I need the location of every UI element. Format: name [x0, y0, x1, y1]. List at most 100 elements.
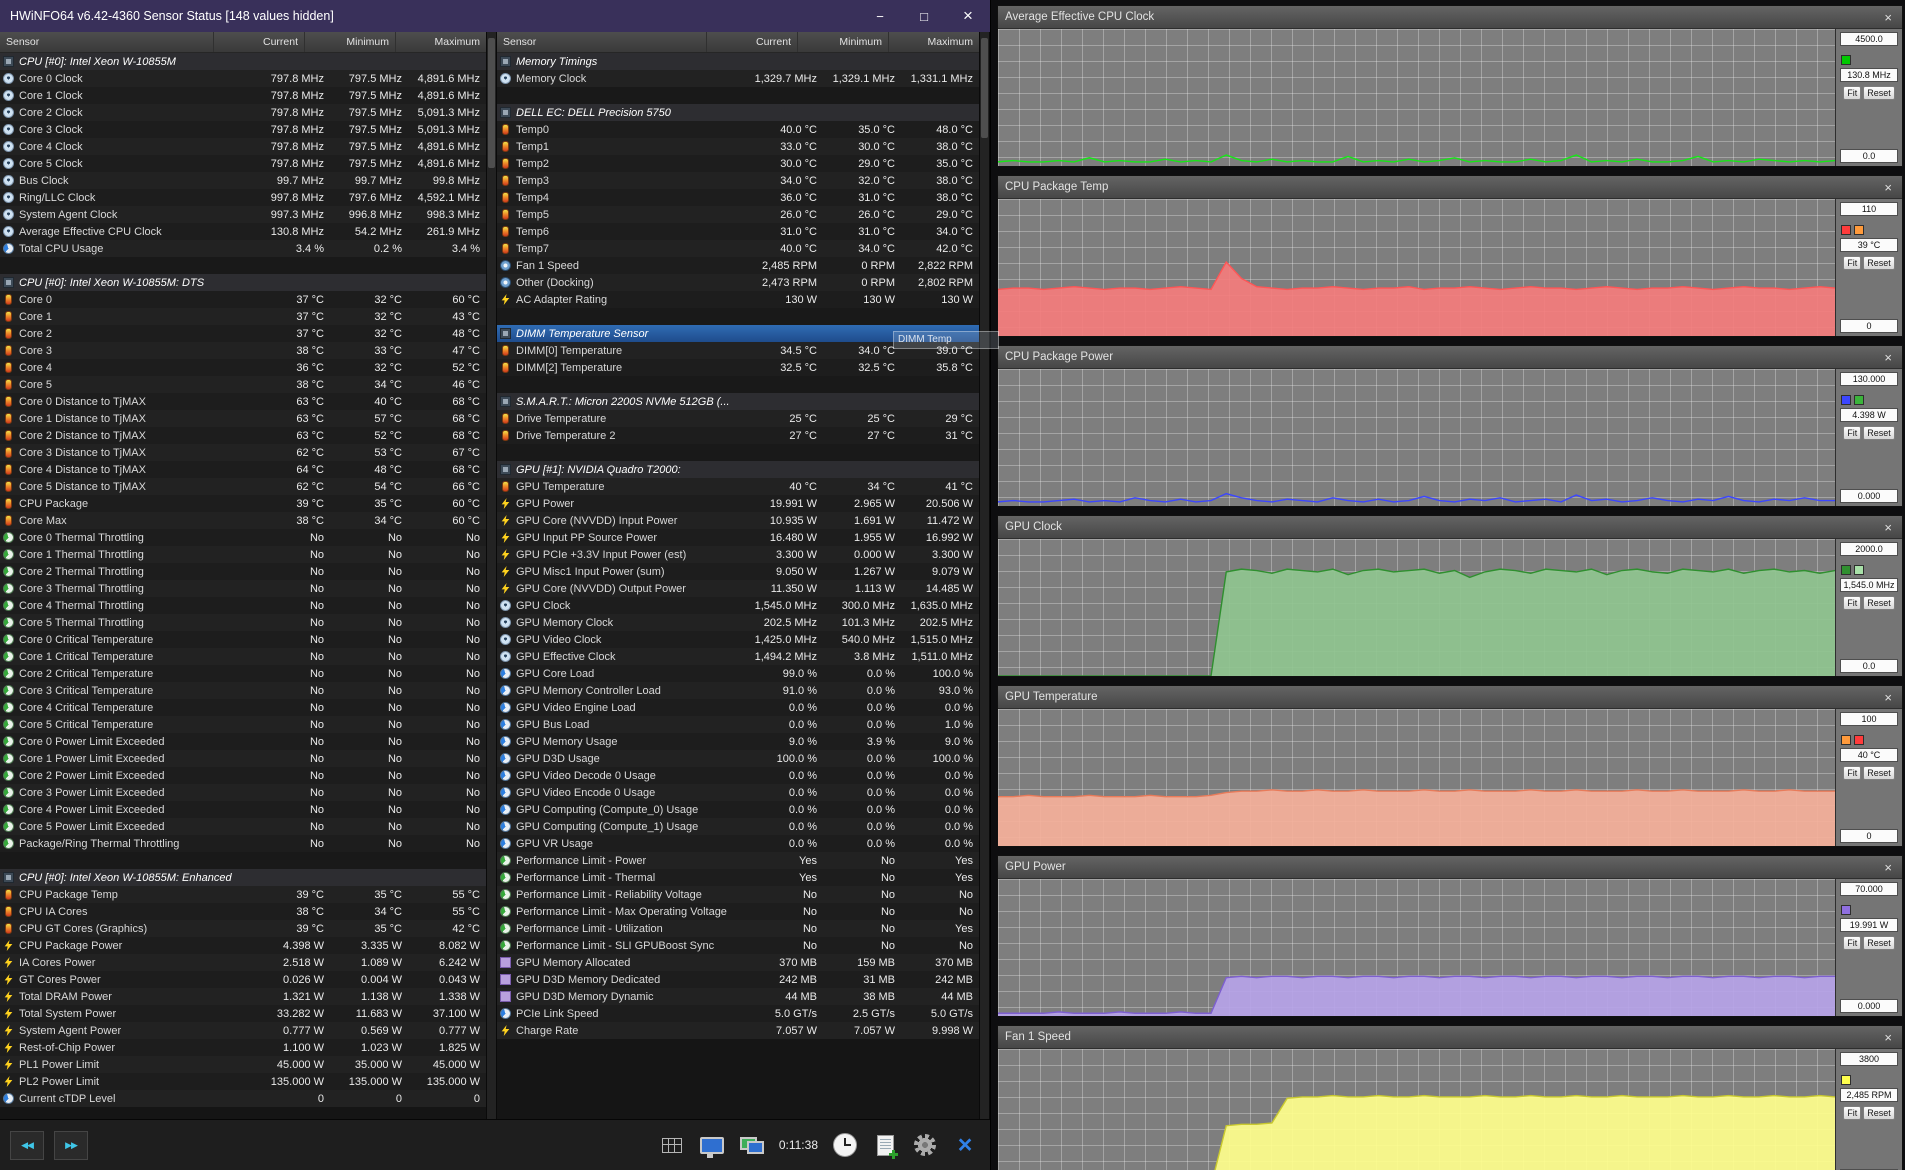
- left-scrollbar-thumb[interactable]: [488, 38, 495, 168]
- sensor-row[interactable]: Fan 1 Speed 2,485 RPM 0 RPM 2,822 RPM: [497, 257, 979, 274]
- col-maximum[interactable]: Maximum: [395, 32, 486, 52]
- sensor-row[interactable]: GPU Core (NVVDD) Input Power 10.935 W 1.69…: [497, 512, 979, 529]
- sensor-row[interactable]: Core 1 Power Limit Exceeded No No No: [0, 750, 486, 767]
- graph-close-icon[interactable]: ×: [1881, 860, 1895, 875]
- sensor-row[interactable]: GPU Core (NVVDD) Output Power 11.350 W 1.1…: [497, 580, 979, 597]
- sensor-row[interactable]: GPU Memory Usage 9.0 % 3.9 % 9.0 %: [497, 733, 979, 750]
- col-maximum[interactable]: Maximum: [888, 32, 979, 52]
- sensor-row[interactable]: GPU VR Usage 0.0 % 0.0 % 0.0 %: [497, 835, 979, 852]
- legend-color-chip[interactable]: [1854, 565, 1864, 575]
- graph-close-icon[interactable]: ×: [1881, 1030, 1895, 1045]
- sensor-row[interactable]: Performance Limit - Max Operating Voltag…: [497, 903, 979, 920]
- sensor-row[interactable]: GPU Computing (Compute_0) Usage 0.0 % 0.0 …: [497, 801, 979, 818]
- sensor-row[interactable]: Core 4 Clock 797.8 MHz 797.5 MHz 4,891.6 MH…: [0, 138, 486, 155]
- sensor-row[interactable]: Performance Limit - Power Yes No Yes: [497, 852, 979, 869]
- sensor-row[interactable]: GPU Memory Clock 202.5 MHz 101.3 MHz 202.5 …: [497, 614, 979, 631]
- sensor-row[interactable]: Other (Docking) 2,473 RPM 0 RPM 2,802 RPM: [497, 274, 979, 291]
- sensor-row[interactable]: Core 3 Distance to TjMAX 62 °C 53 °C 67 °C: [0, 444, 486, 461]
- graph-plot[interactable]: [998, 539, 1836, 676]
- sensor-row[interactable]: Temp3 34.0 °C 32.0 °C 38.0 °C: [497, 172, 979, 189]
- sensor-row[interactable]: Core 2 Thermal Throttling No No No: [0, 563, 486, 580]
- left-scrollbar[interactable]: [486, 32, 497, 1119]
- sensor-group-row[interactable]: CPU [#0]: Intel Xeon W-10855M: DTS: [0, 274, 486, 291]
- sensor-row[interactable]: CPU Package Power 4.398 W 3.335 W 8.082 W: [0, 937, 486, 954]
- sensor-row[interactable]: Core 0 Thermal Throttling No No No: [0, 529, 486, 546]
- sensor-row[interactable]: Total DRAM Power 1.321 W 1.138 W 1.338 W: [0, 988, 486, 1005]
- sensor-row[interactable]: Core 1 Critical Temperature No No No: [0, 648, 486, 665]
- sensor-row[interactable]: Core 4 36 °C 32 °C 52 °C: [0, 359, 486, 376]
- sensor-row[interactable]: Performance Limit - Reliability Voltage N…: [497, 886, 979, 903]
- sensor-row[interactable]: GPU Video Encode 0 Usage 0.0 % 0.0 % 0.0 %: [497, 784, 979, 801]
- sensor-row[interactable]: Core 0 Clock 797.8 MHz 797.5 MHz 4,891.6 MH…: [0, 70, 486, 87]
- legend-color-chip[interactable]: [1841, 55, 1851, 65]
- fit-button[interactable]: Fit: [1843, 596, 1862, 610]
- graph-plot[interactable]: [998, 199, 1836, 336]
- legend-color-chip[interactable]: [1841, 735, 1851, 745]
- sensor-row[interactable]: Memory Clock 1,329.7 MHz 1,329.1 MHz 1,331.…: [497, 70, 979, 87]
- sensor-row[interactable]: GPU D3D Memory Dynamic 44 MB 38 MB 44 MB: [497, 988, 979, 1005]
- sensor-row[interactable]: Core Max 38 °C 34 °C 60 °C: [0, 512, 486, 529]
- graph-close-icon[interactable]: ×: [1881, 180, 1895, 195]
- fit-button[interactable]: Fit: [1843, 86, 1862, 100]
- sensor-row[interactable]: Core 0 Distance to TjMAX 63 °C 40 °C 68 °C: [0, 393, 486, 410]
- sensor-row[interactable]: Package/Ring Thermal Throttling No No No: [0, 835, 486, 852]
- graph-plot[interactable]: [998, 29, 1836, 166]
- fit-button[interactable]: Fit: [1843, 256, 1862, 270]
- legend-color-chip[interactable]: [1841, 395, 1851, 405]
- sensor-row[interactable]: CPU GT Cores (Graphics) 39 °C 35 °C 42 °C: [0, 920, 486, 937]
- graph-close-icon[interactable]: ×: [1881, 350, 1895, 365]
- settings-button[interactable]: [910, 1130, 940, 1160]
- graph-titlebar[interactable]: CPU Package Temp ×: [998, 176, 1902, 199]
- col-sensor[interactable]: Sensor: [0, 32, 213, 52]
- sensor-row[interactable]: GPU PCIe +3.3V Input Power (est) 3.300 W 0…: [497, 546, 979, 563]
- sensor-row[interactable]: Current cTDP Level 0 0 0: [0, 1090, 486, 1107]
- graph-plot[interactable]: [998, 1049, 1836, 1170]
- sensor-row[interactable]: PL1 Power Limit 45.000 W 35.000 W 45.000 W: [0, 1056, 486, 1073]
- sensor-row[interactable]: Temp0 40.0 °C 35.0 °C 48.0 °C: [497, 121, 979, 138]
- sensor-row[interactable]: GPU D3D Memory Dedicated 242 MB 31 MB 242 M…: [497, 971, 979, 988]
- legend-color-chip[interactable]: [1854, 735, 1864, 745]
- sensor-row[interactable]: GPU Misc1 Input Power (sum) 9.050 W 1.267 …: [497, 563, 979, 580]
- sensor-row[interactable]: GPU Memory Allocated 370 MB 159 MB 370 MB: [497, 954, 979, 971]
- col-current[interactable]: Current: [706, 32, 797, 52]
- sensor-row[interactable]: GPU Clock 1,545.0 MHz 300.0 MHz 1,635.0 MHz: [497, 597, 979, 614]
- graph-titlebar[interactable]: Fan 1 Speed ×: [998, 1026, 1902, 1049]
- sensor-group-row[interactable]: CPU [#0]: Intel Xeon W-10855M: Enhanced: [0, 869, 486, 886]
- sensor-row[interactable]: GPU Bus Load 0.0 % 0.0 % 1.0 %: [497, 716, 979, 733]
- graph-plot[interactable]: [998, 709, 1836, 846]
- right-scrollbar-thumb[interactable]: [981, 38, 988, 138]
- sensor-row[interactable]: Core 4 Thermal Throttling No No No: [0, 597, 486, 614]
- sensor-row[interactable]: CPU Package Temp 39 °C 35 °C 55 °C: [0, 886, 486, 903]
- legend-color-chip[interactable]: [1841, 1075, 1851, 1085]
- sensor-row[interactable]: GPU Power 19.991 W 2.965 W 20.506 W: [497, 495, 979, 512]
- sensor-row[interactable]: Core 3 Power Limit Exceeded No No No: [0, 784, 486, 801]
- sensor-group-row[interactable]: S.M.A.R.T.: Micron 2200S NVMe 512GB (...: [497, 393, 979, 410]
- sensor-row[interactable]: Core 4 Power Limit Exceeded No No No: [0, 801, 486, 818]
- sensor-row[interactable]: Core 5 Critical Temperature No No No: [0, 716, 486, 733]
- sensor-row[interactable]: Temp1 33.0 °C 30.0 °C 38.0 °C: [497, 138, 979, 155]
- scroll-columns-left-button[interactable]: ◀◀: [10, 1130, 44, 1160]
- sensor-row[interactable]: Core 1 Clock 797.8 MHz 797.5 MHz 4,891.6 MH…: [0, 87, 486, 104]
- sensor-row[interactable]: CPU Package 39 °C 35 °C 60 °C: [0, 495, 486, 512]
- graph-titlebar[interactable]: Average Effective CPU Clock ×: [998, 6, 1902, 29]
- sensor-row[interactable]: Temp2 30.0 °C 29.0 °C 35.0 °C: [497, 155, 979, 172]
- graph-plot[interactable]: [998, 369, 1836, 506]
- sensor-row[interactable]: Average Effective CPU Clock 130.8 MHz 54.2…: [0, 223, 486, 240]
- report-button[interactable]: [870, 1130, 900, 1160]
- sensor-row[interactable]: GT Cores Power 0.026 W 0.004 W 0.043 W: [0, 971, 486, 988]
- sensor-row[interactable]: Core 5 Distance to TjMAX 62 °C 54 °C 66 °C: [0, 478, 486, 495]
- col-minimum[interactable]: Minimum: [797, 32, 888, 52]
- graph-titlebar[interactable]: GPU Clock ×: [998, 516, 1902, 539]
- col-minimum[interactable]: Minimum: [304, 32, 395, 52]
- sensor-row[interactable]: PL2 Power Limit 135.000 W 135.000 W 135.000…: [0, 1073, 486, 1090]
- sensor-row[interactable]: Bus Clock 99.7 MHz 99.7 MHz 99.8 MHz: [0, 172, 486, 189]
- fit-button[interactable]: Fit: [1843, 766, 1862, 780]
- sensor-row[interactable]: IA Cores Power 2.518 W 1.089 W 6.242 W: [0, 954, 486, 971]
- sensor-group-row[interactable]: DELL EC: DELL Precision 5750: [497, 104, 979, 121]
- sensor-row[interactable]: System Agent Power 0.777 W 0.569 W 0.777 W: [0, 1022, 486, 1039]
- legend-color-chip[interactable]: [1854, 395, 1864, 405]
- sensor-row[interactable]: Core 3 Clock 797.8 MHz 797.5 MHz 5,091.3 MH…: [0, 121, 486, 138]
- sensor-row[interactable]: Core 2 Clock 797.8 MHz 797.5 MHz 5,091.3 MH…: [0, 104, 486, 121]
- sensor-group-row[interactable]: CPU [#0]: Intel Xeon W-10855M: [0, 53, 486, 70]
- fit-button[interactable]: Fit: [1843, 1106, 1862, 1120]
